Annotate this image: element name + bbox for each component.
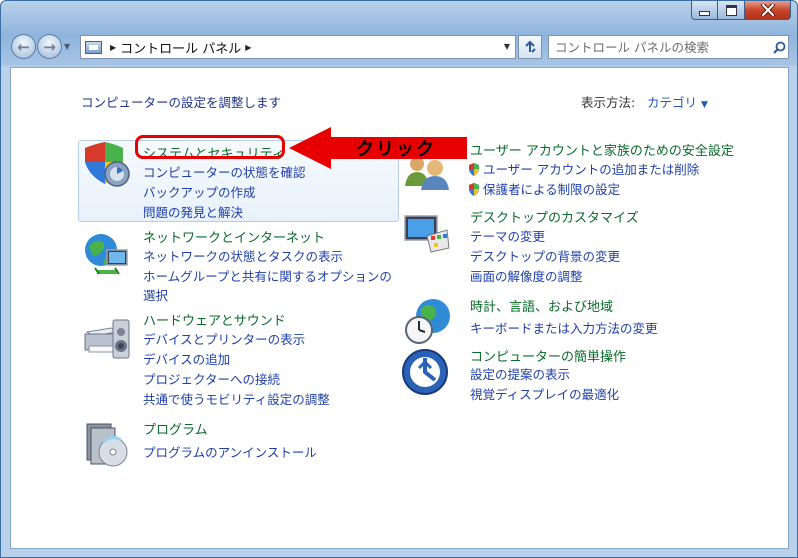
search-input[interactable]: [549, 36, 770, 58]
category-link[interactable]: ユーザー アカウントの追加または削除: [468, 159, 699, 178]
search-icon[interactable]: [770, 41, 788, 54]
recent-pages-dropdown[interactable]: ▼: [64, 42, 70, 51]
category-link[interactable]: 選択: [143, 285, 168, 304]
category-link[interactable]: 共通で使うモビリティ設定の調整: [143, 389, 330, 408]
chevron-down-icon: ▼: [701, 100, 708, 110]
view-by-dropdown[interactable]: カテゴリ ▼: [647, 92, 708, 111]
maximize-button[interactable]: [718, 1, 745, 20]
programs-cd-icon: [86, 423, 128, 467]
refresh-icon: [525, 40, 536, 53]
category-link[interactable]: テーマの変更: [470, 226, 545, 245]
uac-shield-icon: [469, 183, 479, 196]
category-link[interactable]: キーボードまたは入力方法の変更: [470, 318, 658, 337]
caption-buttons: [691, 1, 791, 21]
close-button[interactable]: [745, 1, 791, 20]
close-icon: [760, 4, 775, 16]
uac-shield-icon: [469, 163, 479, 176]
refresh-button[interactable]: [518, 35, 542, 59]
search-box[interactable]: [548, 35, 789, 59]
breadcrumb-control-panel[interactable]: コントロール パネル: [120, 38, 241, 57]
shield-pc-icon: [85, 142, 130, 187]
category-link[interactable]: コンピューターの状態を確認: [143, 162, 306, 181]
address-dropdown-icon[interactable]: ▼: [504, 42, 510, 51]
category-link[interactable]: デバイスとプリンターの表示: [143, 329, 305, 348]
navigation-buttons: ← → ▼: [11, 34, 70, 59]
control-panel-icon: [85, 40, 102, 54]
category-link[interactable]: 設定の提案の表示: [470, 364, 570, 383]
network-globe-icon: [85, 234, 128, 275]
category-title[interactable]: ハードウェアとサウンド: [143, 310, 286, 329]
category-link[interactable]: デバイスの追加: [143, 349, 230, 368]
breadcrumb-arrow-icon[interactable]: ▶: [110, 43, 116, 52]
maximize-icon: [725, 4, 737, 16]
category-link[interactable]: デスクトップの背景の変更: [470, 246, 620, 265]
category-title[interactable]: ユーザー アカウントと家族のための安全設定: [470, 140, 734, 159]
category-title[interactable]: 時計、言語、および地域: [470, 296, 613, 315]
highlight-ring: [135, 135, 285, 159]
globe-clock-icon: [405, 299, 450, 344]
page-heading: コンピューターの設定を調整します: [81, 95, 282, 110]
category-link-label: 保護者による制限の設定: [483, 182, 621, 197]
category-link[interactable]: 視覚ディスプレイの最適化: [470, 384, 619, 403]
category-link-label: ユーザー アカウントの追加または削除: [483, 162, 700, 177]
category-link[interactable]: ホームグループと共有に関するオプションの: [143, 266, 392, 285]
category-link[interactable]: ネットワークの状態とタスクの表示: [143, 246, 343, 265]
category-title[interactable]: コンピューターの簡単操作: [470, 346, 626, 365]
category-link[interactable]: プロジェクターへの接続: [143, 369, 280, 388]
annotation-label: クリック: [356, 139, 436, 160]
category-link[interactable]: 問題の発見と解決: [143, 202, 243, 221]
main-content: コンピューターの設定を調整します 表示方法: カテゴリ ▼ システムとセキュリテ…: [10, 67, 789, 549]
view-by-value: カテゴリ: [647, 95, 698, 110]
minimize-button[interactable]: [691, 1, 718, 20]
ease-of-access-icon: [402, 349, 448, 395]
back-button[interactable]: ←: [11, 34, 36, 59]
category-link[interactable]: バックアップの作成: [143, 182, 256, 201]
address-bar[interactable]: ▶ コントロール パネル ▶ ▼: [80, 35, 516, 59]
category-title[interactable]: プログラム: [143, 419, 208, 438]
category-link[interactable]: プログラムのアンインストール: [143, 442, 317, 461]
view-by-label: 表示方法:: [581, 95, 636, 110]
monitor-palette-icon: [404, 215, 450, 253]
printer-speaker-icon: [84, 319, 130, 359]
breadcrumb-arrow-icon[interactable]: ▶: [245, 43, 251, 52]
minimize-icon: [699, 10, 710, 16]
control-panel-window: ← → ▼ ▶ コントロール パネル ▶ ▼ コンピューターの設定を調整します …: [0, 0, 798, 558]
category-link[interactable]: 保護者による制限の設定: [468, 179, 620, 198]
category-link[interactable]: 画面の解像度の調整: [470, 266, 583, 285]
forward-button[interactable]: →: [37, 34, 62, 59]
category-title[interactable]: ネットワークとインターネット: [143, 227, 325, 246]
forward-arrow-icon: →: [43, 37, 56, 56]
back-arrow-icon: ←: [17, 37, 30, 56]
category-title[interactable]: デスクトップのカスタマイズ: [470, 207, 639, 226]
